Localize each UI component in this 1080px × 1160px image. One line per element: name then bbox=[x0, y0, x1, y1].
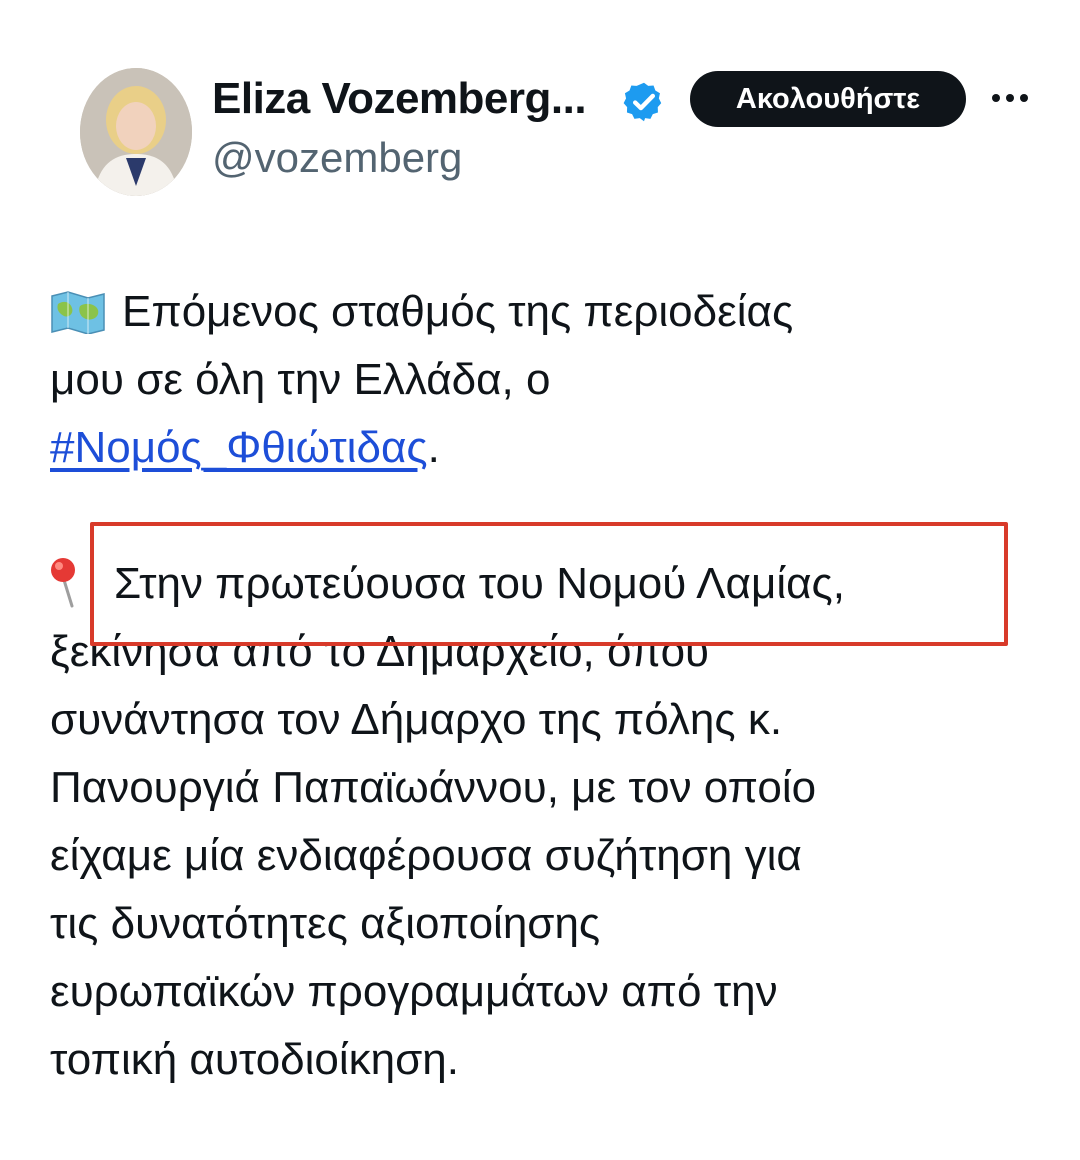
tweet-line: μου σε όλη την Ελλάδα, ο bbox=[50, 346, 1050, 414]
author-handle[interactable]: @vozemberg bbox=[212, 134, 462, 182]
more-options-icon[interactable] bbox=[986, 78, 1034, 118]
tweet-text-line-11: τοπική αυτοδιοίκηση. bbox=[50, 1035, 459, 1084]
follow-button[interactable]: Ακολουθήστε bbox=[690, 71, 966, 127]
tweet-text-line-2: μου σε όλη την Ελλάδα, ο bbox=[50, 355, 551, 404]
tweet-line: είχαμε μία ενδιαφέρουσα συζήτηση για bbox=[50, 822, 1050, 890]
hashtag-link[interactable]: #Νομός_Φθιώτιδας bbox=[50, 423, 428, 472]
highlight-annotation-box bbox=[90, 522, 1008, 646]
verified-badge-icon bbox=[623, 82, 662, 122]
tweet-text-line-10: ευρωπαϊκών προγραμμάτων από την bbox=[50, 967, 778, 1016]
tweet-line: συνάντησα τον Δήμαρχο της πόλης κ. bbox=[50, 686, 1050, 754]
round-pushpin-emoji-icon bbox=[51, 558, 75, 608]
tweet-text-line-6: συνάντησα τον Δήμαρχο της πόλης κ. bbox=[50, 695, 783, 744]
tweet-text: Επόμενος σταθμός της περιοδείας μου σε ό… bbox=[50, 278, 1050, 1094]
tweet-line: Επόμενος σταθμός της περιοδείας bbox=[50, 278, 1050, 346]
tweet-line: τοπική αυτοδιοίκηση. bbox=[50, 1026, 1050, 1094]
hashtag-suffix: . bbox=[427, 423, 440, 472]
author-name[interactable]: Eliza Vozemberg... bbox=[212, 74, 587, 124]
tweet-line: ευρωπαϊκών προγραμμάτων από την bbox=[50, 958, 1050, 1026]
tweet-text-line-8: είχαμε μία ενδιαφέρουσα συζήτηση για bbox=[50, 831, 802, 880]
world-map-emoji-icon bbox=[51, 291, 105, 334]
tweet-line: τις δυνατότητες αξιοποίησης bbox=[50, 890, 1050, 958]
tweet-text-line-9: τις δυνατότητες αξιοποίησης bbox=[50, 899, 601, 948]
avatar-portrait bbox=[80, 68, 192, 196]
tweet-header: Eliza Vozemberg... @vozemberg Ακολουθήστ… bbox=[0, 0, 1080, 220]
tweet-line: #Νομός_Φθιώτιδας. bbox=[50, 414, 1050, 482]
dot bbox=[1006, 94, 1014, 102]
dot bbox=[992, 94, 1000, 102]
tweet-line: Πανουργιά Παπαϊωάννου, με τον οποίο bbox=[50, 754, 1050, 822]
tweet-text-line-1: Επόμενος σταθμός της περιοδείας bbox=[122, 287, 794, 336]
tweet-text-line-7: Πανουργιά Παπαϊωάννου, με τον οποίο bbox=[50, 763, 817, 812]
dot bbox=[1020, 94, 1028, 102]
avatar[interactable] bbox=[80, 68, 192, 196]
